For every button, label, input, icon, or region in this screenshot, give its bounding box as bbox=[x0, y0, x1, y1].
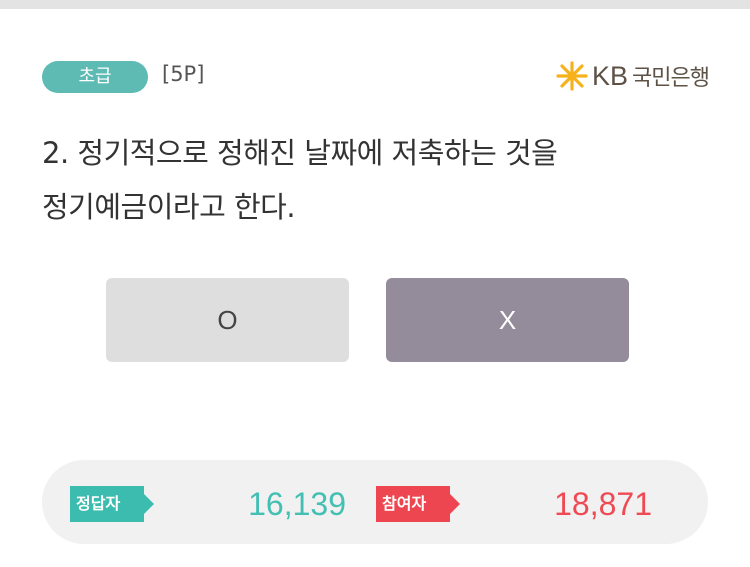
participants-count: 18,871 bbox=[554, 486, 652, 522]
question-text: 2. 정기적으로 정해진 날짜에 저축하는 것을 정기예금이라고 한다. bbox=[42, 126, 722, 234]
brand-name: 국민은행 bbox=[632, 66, 710, 91]
points-label: [5P] bbox=[162, 62, 205, 86]
kb-star-icon bbox=[556, 61, 588, 91]
question-line-1: 2. 정기적으로 정해진 날짜에 저축하는 것을 bbox=[42, 136, 558, 170]
top-divider bbox=[0, 0, 750, 9]
answer-x-button[interactable]: X bbox=[386, 278, 629, 362]
question-line-2: 정기예금이라고 한다. bbox=[42, 190, 296, 224]
answer-o-button[interactable]: O bbox=[106, 278, 349, 362]
level-badge: 초급 bbox=[42, 61, 148, 93]
correct-answers-tag: 정답자 bbox=[70, 486, 154, 522]
correct-answers-count: 16,139 bbox=[248, 486, 346, 522]
kb-kookmin-bank-logo: KB 국민은행 bbox=[554, 56, 710, 96]
brand-kb-text: KB bbox=[592, 60, 629, 91]
participants-tag: 참여자 bbox=[376, 486, 460, 522]
